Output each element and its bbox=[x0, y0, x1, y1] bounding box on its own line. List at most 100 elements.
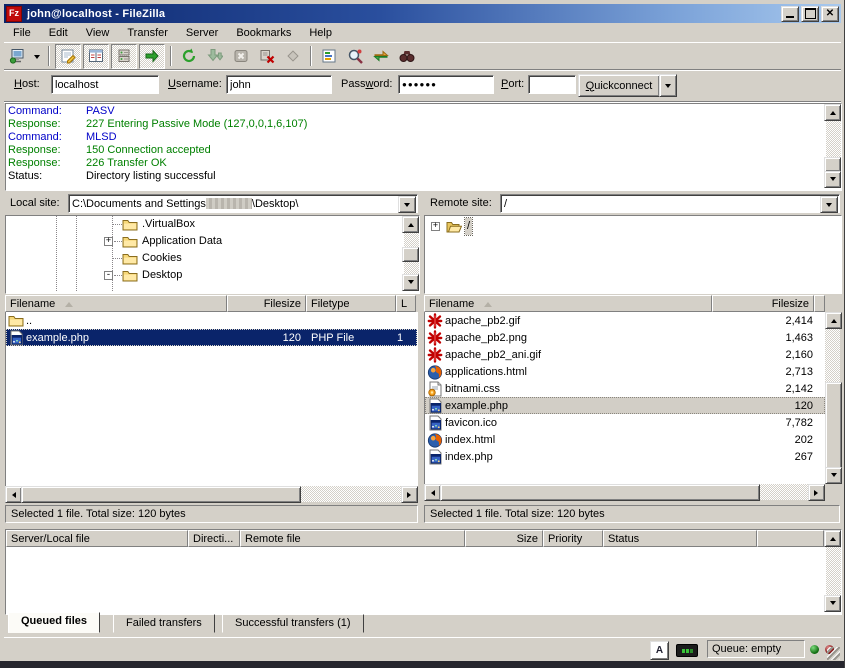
minimize-button[interactable] bbox=[781, 6, 799, 22]
menu-view[interactable]: View bbox=[77, 25, 119, 41]
message-log: Command:PASV Response:227 Entering Passi… bbox=[5, 103, 842, 191]
scrollbar-thumb[interactable] bbox=[402, 247, 419, 262]
scrollbar-thumb[interactable] bbox=[440, 484, 760, 501]
scroll-right-button[interactable] bbox=[401, 486, 418, 503]
compare-directories-button[interactable] bbox=[343, 45, 367, 68]
local-tree-scrollbar[interactable] bbox=[404, 216, 419, 291]
toggle-message-log-button[interactable] bbox=[55, 44, 81, 69]
scroll-right-button[interactable] bbox=[808, 484, 825, 501]
datatype-indicator-icon[interactable]: A bbox=[650, 641, 669, 660]
scrollbar-thumb[interactable] bbox=[825, 382, 842, 470]
scroll-up-button[interactable] bbox=[824, 104, 841, 121]
file-row[interactable]: favicon.ico7,782 bbox=[425, 414, 825, 431]
tab-queued-files[interactable]: Queued files bbox=[8, 612, 100, 633]
file-row-parent-dir[interactable]: .. bbox=[6, 312, 417, 329]
scroll-left-button[interactable] bbox=[424, 484, 441, 501]
column-header-size[interactable]: Size bbox=[465, 530, 543, 547]
port-input[interactable] bbox=[528, 75, 576, 94]
remote-site-dropdown[interactable] bbox=[820, 196, 838, 213]
app-window-icon bbox=[8, 330, 24, 346]
column-header-filesize[interactable]: Filesize bbox=[712, 295, 814, 312]
file-row-example-php[interactable]: example.php120 bbox=[425, 397, 825, 414]
scroll-down-button[interactable] bbox=[825, 467, 842, 484]
quickconnect-button[interactable]: Quickconnect bbox=[578, 74, 660, 97]
scroll-down-button[interactable] bbox=[824, 171, 841, 188]
column-header-filetype[interactable]: Filetype bbox=[306, 295, 396, 312]
remote-hscrollbar[interactable] bbox=[424, 484, 825, 500]
local-hscrollbar[interactable] bbox=[5, 486, 418, 502]
file-row[interactable]: bitnami.css2,142 bbox=[425, 380, 825, 397]
file-row[interactable]: index.php267 bbox=[425, 448, 825, 465]
column-header-status[interactable]: Status bbox=[603, 530, 757, 547]
column-header-filename[interactable]: Filename bbox=[5, 295, 227, 312]
remote-site-label: Remote site: bbox=[430, 197, 492, 209]
scrollbar-thumb[interactable] bbox=[824, 157, 841, 172]
remote-directory-tree: + / bbox=[424, 215, 842, 294]
file-row[interactable]: index.html202 bbox=[425, 431, 825, 448]
synchronized-browsing-button[interactable] bbox=[369, 45, 393, 68]
tab-successful-transfers[interactable]: Successful transfers (1) bbox=[222, 614, 364, 633]
scroll-up-button[interactable] bbox=[825, 312, 842, 329]
queue-scrollbar[interactable] bbox=[826, 530, 841, 612]
speed-limits-icon[interactable] bbox=[676, 644, 698, 657]
scrollbar-thumb[interactable] bbox=[21, 486, 301, 503]
remote-vscrollbar[interactable] bbox=[825, 312, 840, 484]
menu-transfer[interactable]: Transfer bbox=[118, 25, 177, 41]
site-manager-button[interactable] bbox=[5, 45, 29, 68]
file-row[interactable]: apache_pb2.gif2,414 bbox=[425, 312, 825, 329]
scroll-up-button[interactable] bbox=[402, 216, 419, 233]
tree-item-virtualbox[interactable]: .VirtualBox bbox=[6, 216, 419, 233]
maximize-button[interactable] bbox=[801, 6, 819, 22]
reconnect-button[interactable] bbox=[281, 45, 305, 68]
find-files-button[interactable] bbox=[395, 45, 419, 68]
tree-item-application-data[interactable]: + Application Data bbox=[6, 233, 419, 250]
scroll-up-button[interactable] bbox=[824, 530, 841, 547]
file-row[interactable]: apache_pb2_ani.gif2,160 bbox=[425, 346, 825, 363]
column-header-direction[interactable]: Directi... bbox=[188, 530, 240, 547]
local-site-combo[interactable]: C:\Documents and Settings\Desktop\ bbox=[68, 194, 418, 213]
column-header-filename[interactable]: Filename bbox=[424, 295, 712, 312]
file-row[interactable]: applications.html2,713 bbox=[425, 363, 825, 380]
column-header-remote-file[interactable]: Remote file bbox=[240, 530, 465, 547]
log-scrollbar[interactable] bbox=[826, 104, 841, 188]
resize-grip[interactable] bbox=[827, 647, 840, 660]
scroll-down-button[interactable] bbox=[824, 595, 841, 612]
tree-item-cookies[interactable]: Cookies bbox=[6, 250, 419, 267]
filter-button[interactable] bbox=[317, 45, 341, 68]
menu-edit[interactable]: Edit bbox=[40, 25, 77, 41]
tab-failed-transfers[interactable]: Failed transfers bbox=[113, 614, 215, 633]
local-site-dropdown[interactable] bbox=[398, 196, 416, 213]
toggle-remote-tree-button[interactable] bbox=[111, 44, 137, 69]
column-header-lastmodified[interactable]: L bbox=[396, 295, 416, 312]
site-manager-dropdown[interactable] bbox=[31, 45, 43, 68]
process-queue-button[interactable] bbox=[203, 45, 227, 68]
tree-item-root[interactable]: + / bbox=[425, 218, 841, 235]
cancel-operation-button[interactable] bbox=[229, 45, 253, 68]
column-header-filesize[interactable]: Filesize bbox=[227, 295, 306, 312]
scroll-left-button[interactable] bbox=[5, 486, 22, 503]
tree-item-desktop[interactable]: - Desktop bbox=[6, 267, 419, 284]
remote-site-combo[interactable]: / bbox=[500, 194, 840, 213]
disconnect-button[interactable] bbox=[255, 45, 279, 68]
menu-server[interactable]: Server bbox=[177, 25, 227, 41]
refresh-button[interactable] bbox=[177, 45, 201, 68]
username-input[interactable] bbox=[226, 75, 332, 94]
quickconnect-dropdown[interactable] bbox=[659, 74, 677, 97]
titlebar[interactable]: Fz john@localhost - FileZilla ✕ bbox=[4, 4, 841, 23]
menu-file[interactable]: File bbox=[4, 25, 40, 41]
file-row-example-php[interactable]: example.php 120 PHP File 1 bbox=[6, 329, 417, 346]
host-input[interactable] bbox=[51, 75, 159, 94]
file-row[interactable]: apache_pb2.png1,463 bbox=[425, 329, 825, 346]
password-input[interactable] bbox=[398, 75, 494, 94]
close-button[interactable]: ✕ bbox=[821, 6, 839, 22]
column-header-server-local-file[interactable]: Server/Local file bbox=[6, 530, 188, 547]
tree-expander-plus[interactable]: + bbox=[431, 222, 440, 231]
column-header-priority[interactable]: Priority bbox=[543, 530, 603, 547]
scroll-down-button[interactable] bbox=[402, 274, 419, 291]
tree-expander-minus[interactable]: - bbox=[104, 271, 113, 280]
menu-help[interactable]: Help bbox=[300, 25, 341, 41]
toggle-queue-button[interactable] bbox=[139, 44, 165, 69]
tree-expander-plus[interactable]: + bbox=[104, 237, 113, 246]
toggle-local-tree-button[interactable] bbox=[83, 44, 109, 69]
menu-bookmarks[interactable]: Bookmarks bbox=[227, 25, 300, 41]
